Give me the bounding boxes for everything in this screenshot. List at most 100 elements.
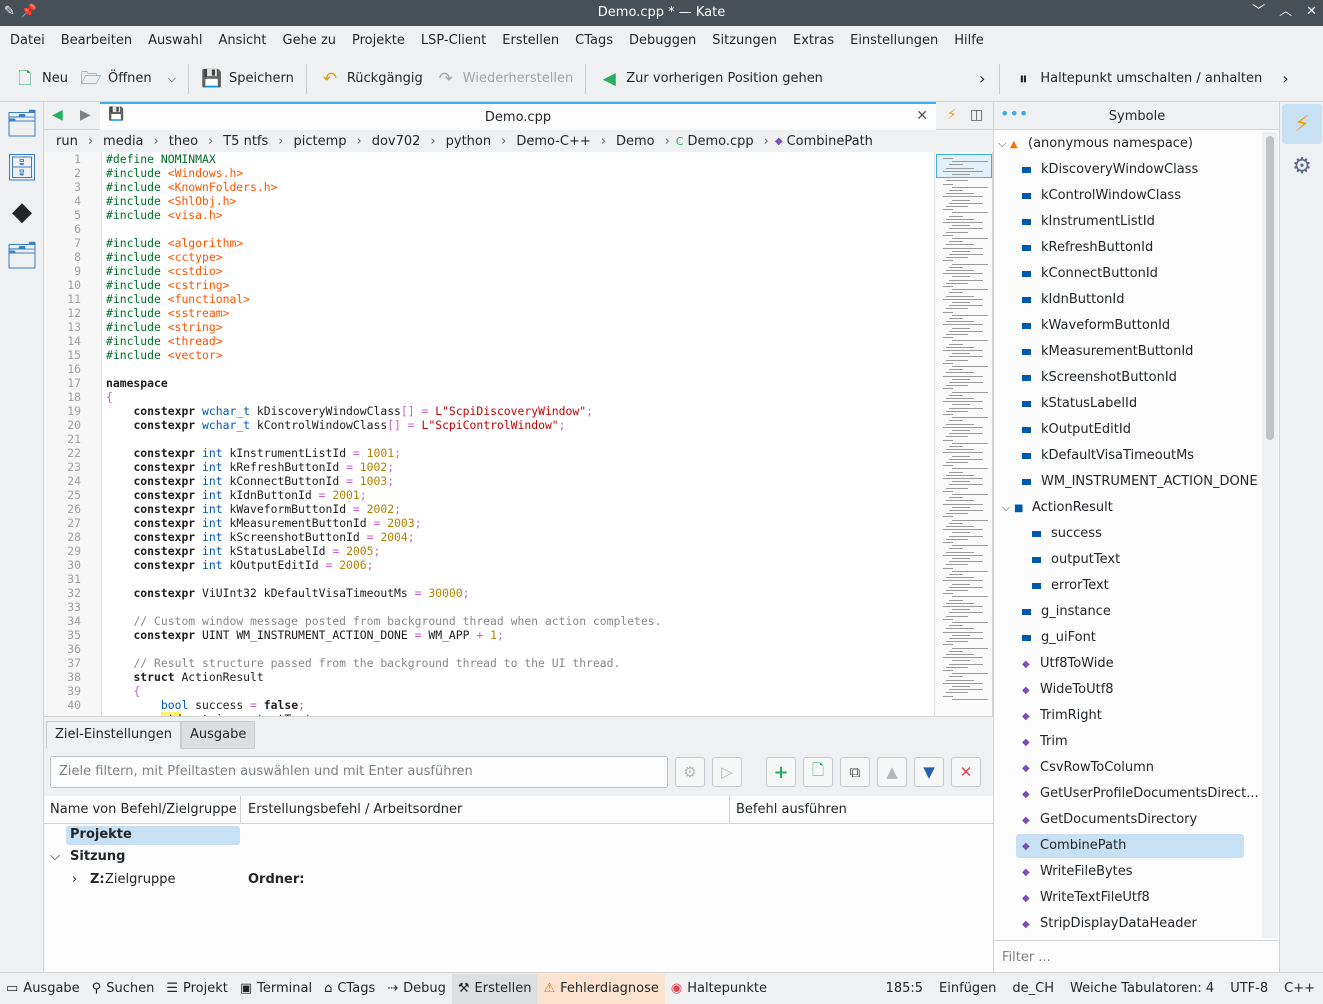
code-line[interactable]: #include <thread> [106, 334, 934, 348]
code-line[interactable]: #include <string> [106, 320, 934, 334]
code-line[interactable]: constexpr int kRefreshButtonId = 1002; [106, 460, 934, 474]
chevron-down-icon[interactable]: ⌵ [50, 849, 60, 864]
code-line[interactable]: #include <algorithm> [106, 236, 934, 250]
add-target-icon[interactable]: + [766, 757, 796, 787]
build-target-icon[interactable]: ⚙ [675, 757, 705, 787]
code-line[interactable] [106, 572, 934, 586]
menu-extras[interactable]: Extras [785, 26, 842, 56]
chevron-down-icon[interactable]: ⌵ [1002, 496, 1014, 520]
symbol-function[interactable]: ◆ TrimRight [1016, 704, 1102, 728]
lsp-settings-icon[interactable]: ⚙ [1282, 146, 1322, 186]
table-row[interactable]: Projekte [44, 824, 993, 846]
status-diagnostics-button[interactable]: ⚠ Fehlerdiagnose [537, 973, 665, 1004]
status-terminal-button[interactable]: ▣ Terminal [234, 974, 318, 1004]
toolbar-overflow-icon[interactable]: › [1282, 69, 1288, 88]
toggle-breakpoint-button[interactable]: ⏸ Haltepunkt umschalten / anhalten [1006, 62, 1268, 96]
code-line[interactable]: #define NOMINMAX [106, 152, 934, 166]
status-breakpoints-button[interactable]: ◉ Haltepunkte [665, 974, 773, 1004]
copy-target-icon[interactable]: ⧉ [840, 757, 870, 787]
menu-datei[interactable]: Datei [2, 26, 53, 56]
symbol-variable[interactable]: kScreenshotButtonId [1016, 366, 1177, 390]
symbol-variable[interactable]: kWaveformButtonId [1016, 314, 1170, 338]
code-line[interactable]: #include <KnownFolders.h> [106, 180, 934, 194]
breadcrumb-item[interactable]: Demo [612, 134, 659, 149]
menu-lsp-client[interactable]: LSP-Client [413, 26, 494, 56]
code-line[interactable] [106, 222, 934, 236]
code-line[interactable]: #include <cctype> [106, 250, 934, 264]
syntax-mode[interactable]: C++ [1276, 981, 1323, 996]
symbol-function[interactable]: ◆ Trim [1016, 730, 1068, 754]
minimap[interactable] [934, 152, 992, 716]
table-row[interactable]: › Z: Zielgruppe Ordner: [44, 869, 993, 891]
symbol-variable[interactable]: kRefreshButtonId [1016, 236, 1153, 260]
code-line[interactable]: #include <visa.h> [106, 208, 934, 222]
forward-icon[interactable]: ▶ [80, 107, 91, 123]
symbol-variable[interactable]: kConnectButtonId [1016, 262, 1158, 286]
breadcrumb-item[interactable]: CombinePath [783, 134, 877, 149]
symbols-view-icon[interactable]: ⚡ [1282, 104, 1322, 144]
code-line[interactable]: #include <Windows.h> [106, 166, 934, 180]
add-target-set-icon[interactable]: 🗋 [803, 757, 833, 787]
breadcrumb-item[interactable]: T5 ntfs [219, 134, 272, 149]
back-icon[interactable]: ◀ [52, 107, 63, 123]
breadcrumb-item[interactable]: theo [165, 134, 202, 149]
code-line[interactable]: struct ActionResult [106, 670, 934, 684]
status-search-button[interactable]: ⚲ Suchen [86, 974, 161, 1004]
code-line[interactable]: { [106, 390, 934, 404]
menu-einstellungen[interactable]: Einstellungen [842, 26, 946, 56]
tab-output[interactable]: Ausgabe [180, 721, 256, 749]
menu-sitzungen[interactable]: Sitzungen [704, 26, 785, 56]
symbol-function[interactable]: ◆ CsvRowToColumn [1016, 756, 1154, 780]
undo-button[interactable]: ↶ Rückgängig [313, 62, 429, 96]
close-window-icon[interactable]: ✕ [1306, 4, 1317, 20]
breadcrumb-item[interactable]: media [99, 134, 148, 149]
run-target-icon[interactable]: ▷ [712, 757, 742, 787]
code-line[interactable]: constexpr int kOutputEditId = 2006; [106, 558, 934, 572]
code-line[interactable] [106, 432, 934, 446]
code-line[interactable] [106, 600, 934, 614]
symbol-variable[interactable]: kDiscoveryWindowClass [1016, 158, 1198, 182]
status-output-button[interactable]: ▭ Ausgabe [0, 974, 86, 1004]
breadcrumb-item[interactable]: pictemp [289, 134, 350, 149]
projects-icon[interactable]: 🗂 [0, 234, 44, 278]
code-line[interactable]: constexpr ViUInt32 kDefaultVisaTimeoutMs… [106, 586, 934, 600]
menu-bearbeiten[interactable]: Bearbeiten [53, 26, 140, 56]
code-line[interactable]: constexpr int kIdnButtonId = 2001; [106, 488, 934, 502]
status-build-button[interactable]: ⚒ Erstellen [451, 973, 538, 1004]
code-line[interactable]: constexpr wchar_t kControlWindowClass[] … [106, 418, 934, 432]
open-button[interactable]: 🗁 Öffnen ⌵ [74, 62, 182, 96]
close-tab-icon[interactable]: ✕ [916, 108, 928, 124]
column-header-run-command[interactable]: Befehl ausführen [736, 802, 847, 817]
menu-auswahl[interactable]: Auswahl [140, 26, 210, 56]
symbol-variable[interactable]: kStatusLabelId [1016, 392, 1137, 416]
menu-erstellen[interactable]: Erstellen [494, 26, 567, 56]
menu-hilfe[interactable]: Hilfe [946, 26, 992, 56]
symbol-variable[interactable]: kControlWindowClass [1016, 184, 1181, 208]
code-line[interactable]: constexpr int kWaveformButtonId = 2002; [106, 502, 934, 516]
code-line[interactable]: constexpr int kMeasurementButtonId = 200… [106, 516, 934, 530]
status-ctags-button[interactable]: ⌂ CTags [318, 974, 381, 1004]
menu-ansicht[interactable]: Ansicht [210, 26, 274, 56]
symbol-function[interactable]: ◆ WideToUtf8 [1016, 678, 1114, 702]
symbol-variable[interactable]: kIdnButtonId [1016, 288, 1124, 312]
indentation-settings[interactable]: Weiche Tabulatoren: 4 [1062, 981, 1222, 996]
scrollbar-thumb[interactable] [1266, 136, 1274, 440]
chevron-down-icon[interactable]: ⌵ [168, 72, 176, 86]
menu-debuggen[interactable]: Debuggen [621, 26, 704, 56]
chevron-right-icon[interactable]: › [72, 872, 77, 887]
new-button[interactable]: 🗋 Neu [8, 62, 74, 96]
file-encoding[interactable]: UTF-8 [1222, 981, 1276, 996]
documents-icon[interactable]: 🗂 [0, 102, 44, 146]
symbol-variable[interactable]: kInstrumentListId [1016, 210, 1155, 234]
code-line[interactable]: namespace [106, 376, 934, 390]
symbols-scrollbar[interactable] [1262, 132, 1278, 938]
symbol-function[interactable]: ◆ GetUserProfileDocumentsDirect... [1016, 782, 1259, 806]
symbol-function[interactable]: ◆ WriteTextFileUtf8 [1016, 886, 1150, 910]
code-line[interactable]: bool success = false; [106, 698, 934, 712]
symbol-member[interactable]: success [1026, 522, 1102, 546]
status-debug-button[interactable]: ⇢ Debug [381, 974, 452, 1004]
maximize-icon[interactable]: ︿ [1279, 4, 1292, 20]
breadcrumb-item[interactable]: Demo.cpp [683, 134, 757, 149]
toolbar-overflow-icon[interactable]: › [979, 69, 985, 88]
code-line[interactable]: constexpr int kScreenshotButtonId = 2004… [106, 530, 934, 544]
